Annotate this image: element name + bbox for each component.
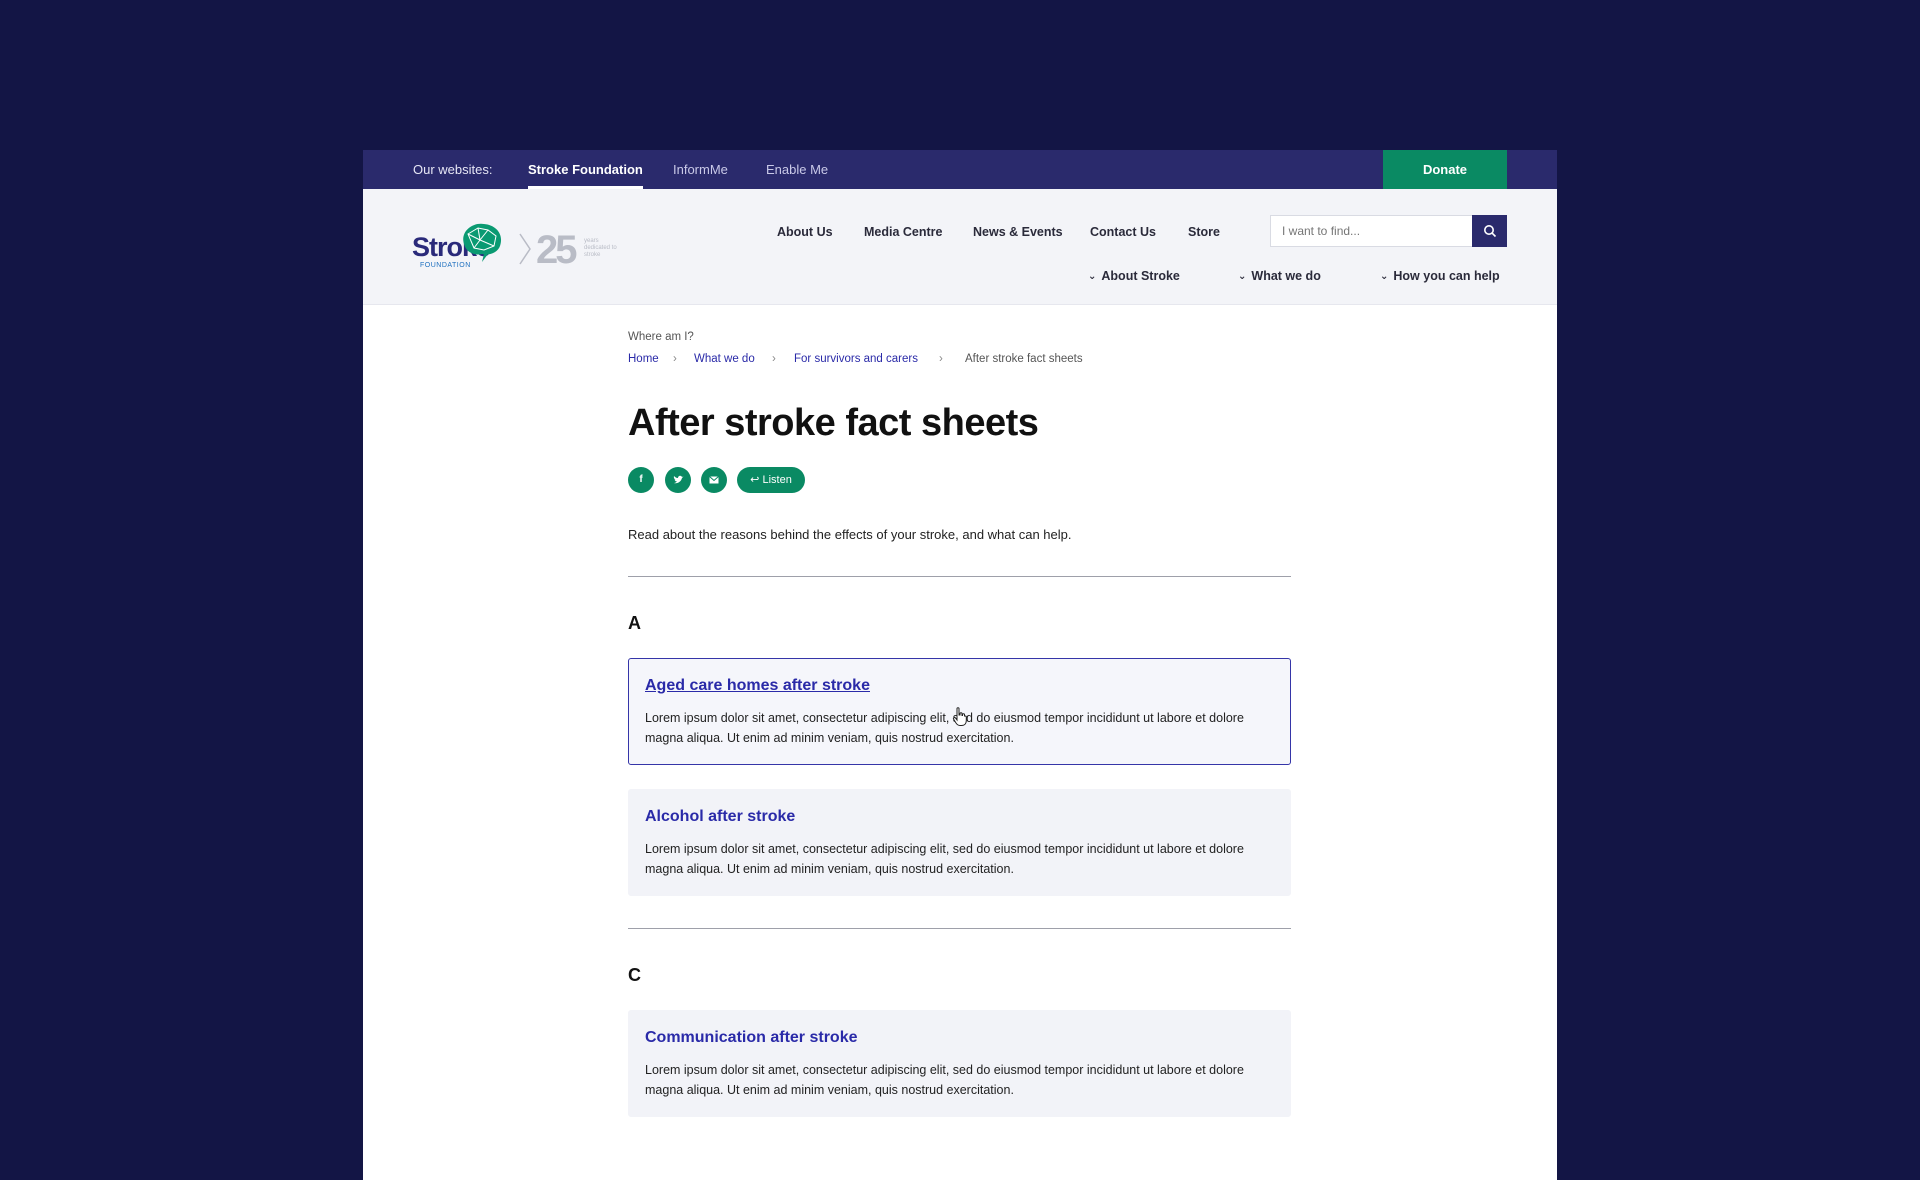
breadcrumb: Home › What we do › For survivors and ca… [628, 353, 1291, 369]
utility-bar: Our websites: Stroke Foundation InformMe… [363, 150, 1557, 189]
search-icon [1483, 225, 1496, 238]
fact-sheet-card[interactable]: Communication after stroke Lorem ipsum d… [628, 1010, 1291, 1117]
breadcrumb-current: After stroke fact sheets [965, 353, 1083, 365]
email-share-button[interactable] [701, 467, 727, 493]
logo-subtitle: FOUNDATION [420, 262, 471, 269]
section-divider [628, 576, 1291, 577]
share-bar: f ↩ Listen [628, 467, 1291, 493]
subnav-about-stroke[interactable]: ⌄ About Stroke [1088, 269, 1180, 283]
fact-sheet-description: Lorem ipsum dolor sit amet, consectetur … [645, 1063, 1244, 1097]
nav-store[interactable]: Store [1188, 225, 1220, 239]
fact-sheet-link[interactable]: Aged care homes after stroke [645, 677, 870, 695]
fact-sheet-description: Lorem ipsum dolor sit amet, consectetur … [645, 842, 1244, 876]
section-letter-c: C [628, 965, 641, 985]
where-am-i-label: Where am I? [628, 331, 694, 343]
search-input[interactable] [1270, 215, 1472, 247]
chevron-down-icon: ⌄ [1088, 271, 1097, 282]
site-header: Stroke FOUNDATION 25 years dedicated to … [363, 189, 1557, 305]
logo-divider-chevron-icon [519, 233, 531, 265]
logo-25-years: 25 [536, 228, 577, 272]
subnav-what-we-do-label: What we do [1251, 269, 1321, 283]
subnav-what-we-do[interactable]: ⌄ What we do [1238, 269, 1321, 283]
fact-sheet-link[interactable]: Alcohol after stroke [645, 808, 795, 826]
breadcrumb-survivors-carers[interactable]: For survivors and carers [794, 353, 918, 365]
chevron-down-icon: ⌄ [1238, 271, 1247, 282]
fact-sheet-link[interactable]: Communication after stroke [645, 1029, 857, 1047]
chevron-right-icon: › [673, 353, 677, 365]
logo-25-subtitle: years dedicated to stroke [584, 238, 617, 258]
subnav-how-you-can-help[interactable]: ⌄ How you can help [1380, 269, 1500, 283]
listen-button[interactable]: ↩ Listen [737, 467, 805, 493]
site-link-stroke-foundation[interactable]: Stroke Foundation [528, 150, 643, 189]
donate-button[interactable]: Donate [1383, 150, 1507, 189]
twitter-icon [673, 475, 683, 484]
hand-cursor-icon [952, 707, 967, 726]
page-title: After stroke fact sheets [628, 402, 1039, 444]
chevron-down-icon: ⌄ [1380, 271, 1389, 282]
breadcrumb-home[interactable]: Home [628, 353, 659, 365]
nav-media-centre[interactable]: Media Centre [864, 225, 943, 239]
listen-icon: ↩ [750, 474, 763, 486]
nav-contact-us[interactable]: Contact Us [1090, 225, 1156, 239]
facebook-share-button[interactable]: f [628, 467, 654, 493]
site-link-enable-me[interactable]: Enable Me [766, 150, 828, 189]
stroke-foundation-logo[interactable]: Stroke FOUNDATION 25 years dedicated to … [412, 222, 632, 274]
listen-label: Listen [762, 474, 792, 486]
breadcrumb-what-we-do[interactable]: What we do [694, 353, 755, 365]
chevron-right-icon: › [939, 353, 943, 365]
email-icon [709, 476, 719, 484]
brain-logo-icon [463, 223, 502, 262]
twitter-share-button[interactable] [665, 467, 691, 493]
fact-sheet-card[interactable]: Alcohol after stroke Lorem ipsum dolor s… [628, 789, 1291, 896]
browser-page: Our websites: Stroke Foundation InformMe… [363, 150, 1557, 1180]
nav-news-events[interactable]: News & Events [973, 225, 1063, 239]
section-letter-a: A [628, 613, 641, 633]
subnav-how-you-can-help-label: How you can help [1393, 269, 1500, 283]
nav-about-us[interactable]: About Us [777, 225, 833, 239]
section-divider [628, 928, 1291, 929]
intro-text: Read about the reasons behind the effect… [628, 527, 1072, 542]
subnav-about-stroke-label: About Stroke [1101, 269, 1180, 283]
facebook-icon: f [639, 474, 643, 485]
search-button[interactable] [1472, 215, 1507, 247]
our-websites-label: Our websites: [413, 162, 493, 177]
site-link-informme[interactable]: InformMe [673, 150, 728, 189]
chevron-right-icon: › [772, 353, 776, 365]
